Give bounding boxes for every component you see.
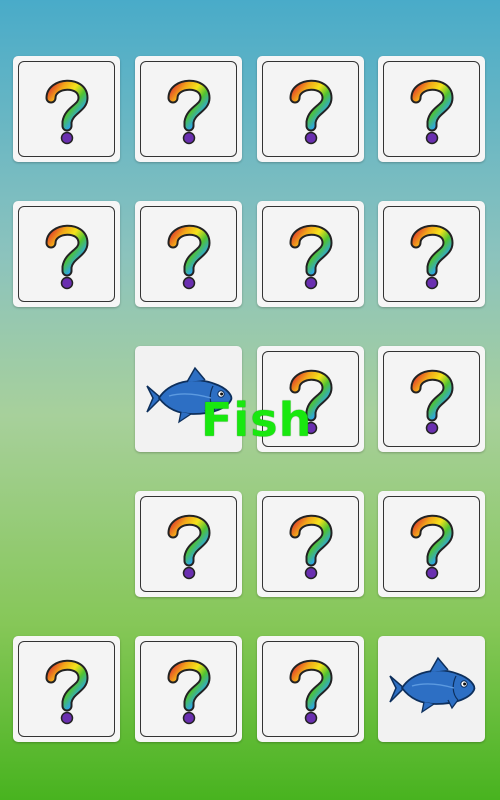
card-r4-c3[interactable] — [257, 491, 364, 597]
card-r5-c1[interactable] — [13, 636, 120, 742]
card-r2-c2[interactable] — [135, 201, 242, 307]
card-r2-c3[interactable] — [257, 201, 364, 307]
card-r3-c4[interactable] — [378, 346, 485, 452]
card-r1-c4[interactable] — [378, 56, 485, 162]
revealed-word-label: Fish — [201, 393, 313, 447]
card-r1-c2[interactable] — [135, 56, 242, 162]
card-r1-c3[interactable] — [257, 56, 364, 162]
card-r5-c4[interactable] — [378, 636, 485, 742]
card-r1-c1[interactable] — [13, 56, 120, 162]
card-r4-c2[interactable] — [135, 491, 242, 597]
card-r5-c3[interactable] — [257, 636, 364, 742]
card-r5-c2[interactable] — [135, 636, 242, 742]
card-r2-c4[interactable] — [378, 201, 485, 307]
card-r4-c4[interactable] — [378, 491, 485, 597]
card-r2-c1[interactable] — [13, 201, 120, 307]
